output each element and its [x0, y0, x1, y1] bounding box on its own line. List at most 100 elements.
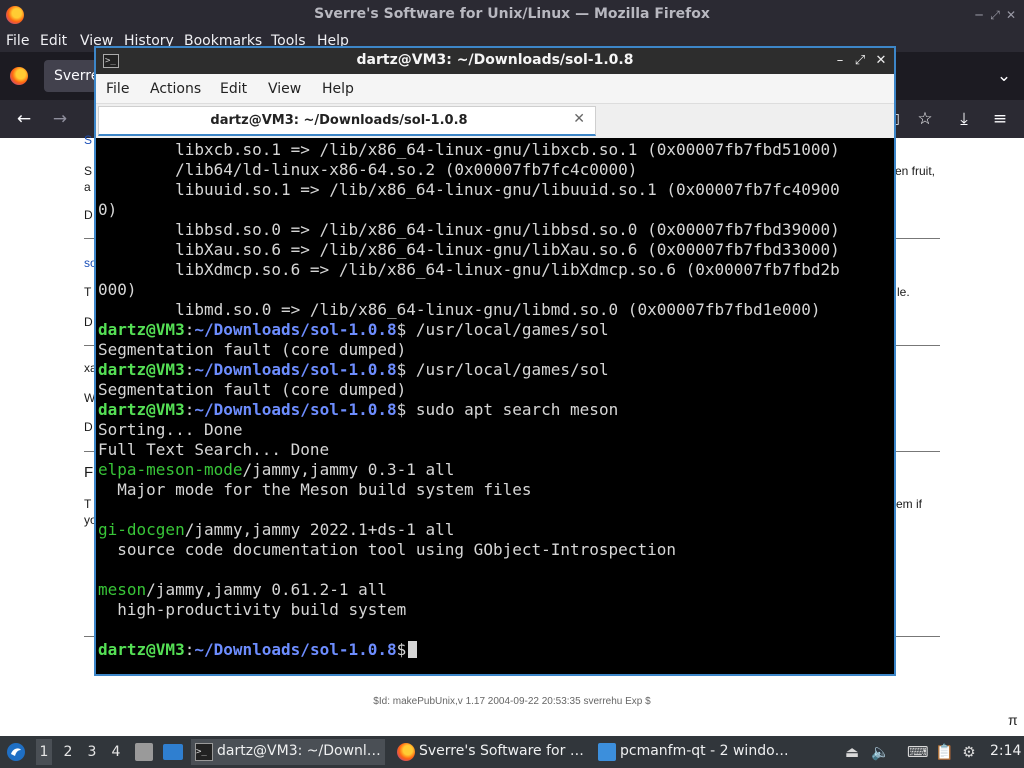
- workspace-2[interactable]: 2: [60, 744, 76, 760]
- clock[interactable]: 2:14: [990, 743, 1021, 759]
- clipboard-icon[interactable]: 📋: [935, 743, 954, 761]
- terminal-screen[interactable]: libxcb.so.1 => /lib/x86_64-linux-gnu/lib…: [96, 140, 894, 674]
- prompt-dollar: $: [396, 400, 407, 419]
- package-description: high-productivity build system: [98, 600, 407, 619]
- apt-result-header: gi-docgen/jammy,jammy 2022.1+ds-1 all: [98, 520, 454, 540]
- package-description: Major mode for the Meson build system fi…: [98, 480, 532, 499]
- terminal-menu-file[interactable]: File: [106, 81, 129, 97]
- taskbar: 1 2 3 4 >_ dartz@VM3: ~/Downl… Sverre's …: [0, 736, 1024, 768]
- terminal-line: libXdmcp.so.6 => /lib/x86_64-linux-gnu/l…: [98, 260, 840, 279]
- back-icon[interactable]: ←: [12, 107, 36, 131]
- terminal-prompt-line: dartz@VM3:~/Downloads/sol-1.0.8$ sudo ap…: [98, 400, 618, 420]
- terminal-menu-help[interactable]: Help: [322, 81, 354, 97]
- page-fragment: D: [84, 315, 93, 329]
- terminal-window[interactable]: >_ dartz@VM3: ~/Downloads/sol-1.0.8 – ⤢ …: [94, 46, 896, 676]
- downloads-icon[interactable]: ⤓: [952, 107, 976, 131]
- prompt-user: dartz@VM3: [98, 320, 185, 339]
- terminal-titlebar[interactable]: >_ dartz@VM3: ~/Downloads/sol-1.0.8 – ⤢ …: [96, 48, 894, 74]
- prompt-colon: :: [184, 640, 195, 659]
- workspace-1[interactable]: 1: [36, 739, 52, 765]
- bookmark-star-icon[interactable]: ☆: [913, 107, 937, 131]
- task-label: Sverre's Software for …: [419, 743, 584, 759]
- firefox-view-icon[interactable]: [10, 67, 28, 85]
- prompt-path: ~/Downloads/sol-1.0.8: [194, 640, 397, 659]
- minimize-icon[interactable]: –: [832, 52, 848, 70]
- folder-icon: [598, 743, 616, 761]
- package-version: /jammy,jammy 0.3-1 all: [242, 460, 455, 479]
- terminal-line: libuuid.so.1 => /lib/x86_64-linux-gnu/li…: [98, 180, 840, 199]
- terminal-menu-view[interactable]: View: [268, 81, 301, 97]
- page-heading-fragment: F: [84, 464, 94, 481]
- package-name: meson: [98, 580, 147, 599]
- eject-icon[interactable]: ⏏: [843, 743, 861, 761]
- terminal-tab-label: dartz@VM3: ~/Downloads/sol-1.0.8: [210, 113, 468, 128]
- terminal-line: Sorting... Done: [98, 420, 243, 439]
- package-description: source code documentation tool using GOb…: [98, 540, 676, 559]
- terminal-tabbar: dartz@VM3: ~/Downloads/sol-1.0.8 ✕: [96, 104, 894, 138]
- prompt-user: dartz@VM3: [98, 400, 185, 419]
- prompt-colon: :: [184, 360, 195, 379]
- prompt-colon: :: [184, 320, 195, 339]
- terminal-line: 0): [98, 200, 118, 219]
- task-label: dartz@VM3: ~/Downl…: [217, 743, 381, 759]
- terminal-line: 000): [98, 280, 137, 299]
- package-version: /jammy,jammy 2022.1+ds-1 all: [184, 520, 455, 539]
- terminal-menu-actions[interactable]: Actions: [150, 81, 201, 97]
- page-footer-id: $Id: makePubUnix,v 1.17 2004-09-22 20:53…: [373, 696, 651, 707]
- close-tab-icon[interactable]: ✕: [573, 111, 585, 127]
- prompt-user: dartz@VM3: [98, 360, 185, 379]
- terminal-line: Segmentation fault (core dumped): [98, 340, 407, 359]
- prompt-dollar: $: [396, 640, 407, 659]
- page-fragment: D: [84, 208, 93, 222]
- terminal-prompt-line[interactable]: dartz@VM3:~/Downloads/sol-1.0.8$: [98, 640, 418, 660]
- workspace-3[interactable]: 3: [84, 744, 100, 760]
- page-fragment: en fruit,: [895, 164, 936, 178]
- page-fragment: T: [84, 285, 92, 299]
- terminal-menu-edit[interactable]: Edit: [220, 81, 247, 97]
- terminal-line: libxcb.so.1 => /lib/x86_64-linux-gnu/lib…: [98, 140, 840, 159]
- firefox-titlebar: Sverre's Software for Unix/Linux — Mozil…: [0, 0, 1024, 30]
- menu-file[interactable]: File: [6, 33, 29, 49]
- page-fragment: le.: [897, 285, 910, 299]
- list-all-tabs-icon[interactable]: ⌄: [992, 64, 1016, 88]
- page-fragment: em if: [896, 497, 923, 511]
- workspace-4[interactable]: 4: [108, 744, 124, 760]
- package-name: gi-docgen: [98, 520, 185, 539]
- apt-result-header: elpa-meson-mode/jammy,jammy 0.3-1 all: [98, 460, 454, 480]
- application-menu-icon[interactable]: [6, 742, 26, 762]
- command-text: /usr/local/games/sol: [406, 320, 609, 339]
- prompt-path: ~/Downloads/sol-1.0.8: [194, 320, 397, 339]
- task-file-manager[interactable]: pcmanfm-qt - 2 windo…: [594, 739, 790, 765]
- close-icon[interactable]: ✕: [1002, 6, 1020, 24]
- terminal-icon: >_: [195, 743, 213, 761]
- app-menu-icon[interactable]: ≡: [988, 107, 1012, 131]
- network-icon[interactable]: ⚙: [960, 743, 978, 761]
- terminal-prompt-line: dartz@VM3:~/Downloads/sol-1.0.8$ /usr/lo…: [98, 320, 609, 340]
- prompt-dollar: $: [396, 320, 407, 339]
- keyboard-icon[interactable]: ⌨: [907, 743, 929, 761]
- prompt-user: dartz@VM3: [98, 640, 185, 659]
- firefox-window-title: Sverre's Software for Unix/Linux — Mozil…: [314, 6, 710, 22]
- page-fragment[interactable]: S: [84, 133, 92, 147]
- show-desktop-icon[interactable]: [163, 744, 183, 760]
- terminal-prompt-line: dartz@VM3:~/Downloads/sol-1.0.8$ /usr/lo…: [98, 360, 609, 380]
- task-label: pcmanfm-qt - 2 windo…: [620, 743, 789, 759]
- close-icon[interactable]: ✕: [873, 52, 889, 70]
- terminal-tab[interactable]: dartz@VM3: ~/Downloads/sol-1.0.8 ✕: [98, 106, 596, 136]
- package-name: elpa-meson-mode: [98, 460, 243, 479]
- task-firefox[interactable]: Sverre's Software for …: [393, 739, 589, 765]
- file-manager-launcher-icon[interactable]: [135, 743, 153, 761]
- task-terminal[interactable]: >_ dartz@VM3: ~/Downl…: [191, 739, 385, 765]
- maximize-icon[interactable]: ⤢: [852, 52, 868, 70]
- terminal-line: libmd.so.0 => /lib/x86_64-linux-gnu/libm…: [98, 300, 821, 319]
- page-fragment: a: [84, 180, 91, 194]
- forward-icon[interactable]: →: [48, 107, 72, 131]
- volume-icon[interactable]: 🔈: [871, 743, 890, 761]
- prompt-dollar: $: [396, 360, 407, 379]
- package-version: /jammy,jammy 0.61.2-1 all: [146, 580, 387, 599]
- prompt-colon: :: [184, 400, 195, 419]
- pi-symbol-link[interactable]: π: [1008, 712, 1018, 728]
- apt-result-header: meson/jammy,jammy 0.61.2-1 all: [98, 580, 387, 600]
- menu-edit[interactable]: Edit: [40, 33, 67, 49]
- terminal-window-title: dartz@VM3: ~/Downloads/sol-1.0.8: [356, 52, 634, 68]
